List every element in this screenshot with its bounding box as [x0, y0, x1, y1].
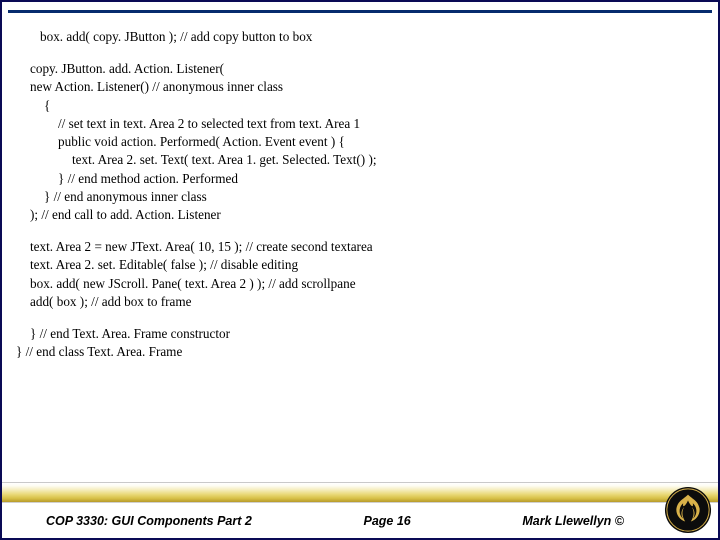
slide-frame: box. add( copy. JButton ); // add copy b…	[0, 0, 720, 540]
author-copyright: Mark Llewellyn ©	[522, 514, 674, 528]
code-line: box. add( copy. JButton ); // add copy b…	[30, 28, 690, 46]
code-block-3: text. Area 2 = new JText. Area( 10, 15 )…	[30, 238, 690, 311]
code-line: } // end anonymous inner class	[30, 188, 690, 206]
footer-gradient	[2, 482, 718, 502]
code-line: copy. JButton. add. Action. Listener(	[30, 60, 690, 78]
code-line: {	[30, 97, 690, 115]
code-block-4: } // end Text. Area. Frame constructor }…	[30, 325, 690, 361]
code-block: box. add( copy. JButton ); // add copy b…	[30, 28, 690, 376]
code-line: text. Area 2 = new JText. Area( 10, 15 )…	[30, 238, 690, 256]
code-line: } // end Text. Area. Frame constructor	[30, 325, 690, 343]
top-rule	[8, 10, 712, 13]
page-number: Page 16	[252, 514, 523, 528]
code-block-1: box. add( copy. JButton ); // add copy b…	[30, 28, 690, 46]
ucf-pegasus-seal-icon	[664, 486, 712, 534]
code-line: text. Area 2. set. Text( text. Area 1. g…	[30, 151, 690, 169]
code-line: } // end method action. Performed	[30, 170, 690, 188]
code-line: new Action. Listener() // anonymous inne…	[30, 78, 690, 96]
course-title: COP 3330: GUI Components Part 2	[46, 514, 252, 528]
code-line: // set text in text. Area 2 to selected …	[30, 115, 690, 133]
code-line: } // end class Text. Area. Frame	[16, 343, 690, 361]
code-block-2: copy. JButton. add. Action. Listener( ne…	[30, 60, 690, 224]
code-line: public void action. Performed( Action. E…	[30, 133, 690, 151]
code-line: text. Area 2. set. Editable( false ); //…	[30, 256, 690, 274]
code-line: ); // end call to add. Action. Listener	[30, 206, 690, 224]
footer: COP 3330: GUI Components Part 2 Page 16 …	[2, 482, 718, 538]
code-line: box. add( new JScroll. Pane( text. Area …	[30, 275, 690, 293]
footer-bar: COP 3330: GUI Components Part 2 Page 16 …	[2, 502, 718, 538]
code-line: add( box ); // add box to frame	[30, 293, 690, 311]
